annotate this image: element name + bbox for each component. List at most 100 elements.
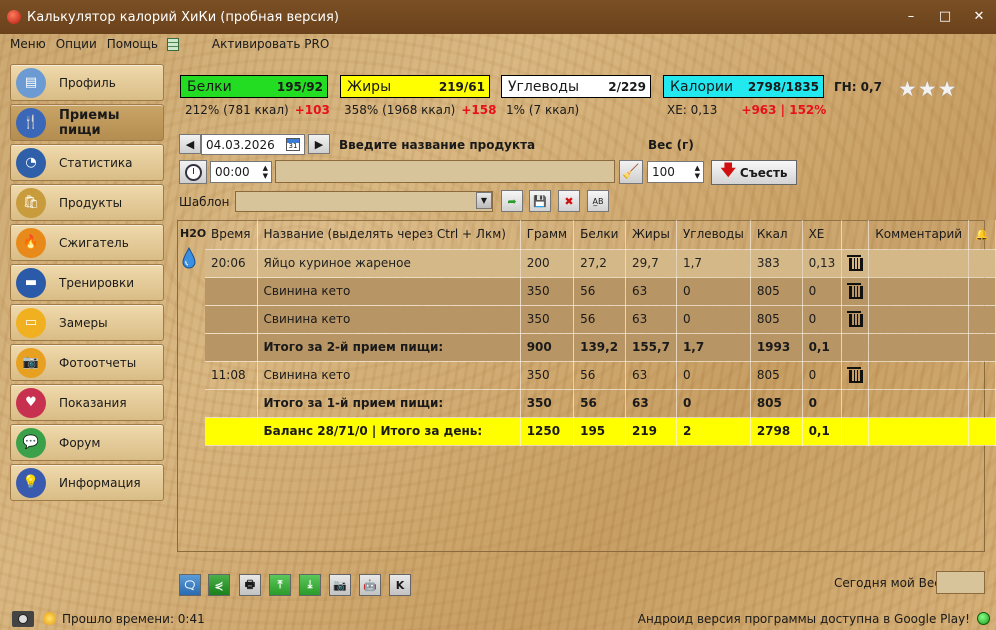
table-row[interactable]: Свинина кето 350 56 63 0 805 0 bbox=[205, 305, 996, 334]
reminder-cell[interactable] bbox=[968, 277, 996, 306]
comment-cell[interactable] bbox=[868, 249, 970, 278]
window-title: Калькулятор калорий ХиКи (пробная версия… bbox=[27, 9, 339, 25]
trash-icon[interactable] bbox=[847, 254, 864, 271]
column-header[interactable]: ХЕ bbox=[802, 220, 843, 250]
photo-button[interactable]: 📷 bbox=[329, 574, 351, 596]
online-status-icon bbox=[977, 612, 990, 625]
comment-cell[interactable] bbox=[868, 305, 970, 334]
time-input[interactable]: 00:00 ▲ ▼ bbox=[210, 161, 272, 183]
rename-template-button[interactable]: A̲B bbox=[587, 190, 609, 212]
column-header[interactable] bbox=[841, 220, 870, 250]
table-cell: 805 bbox=[750, 389, 803, 418]
export-button[interactable]: ⤒ bbox=[269, 574, 291, 596]
prev-date-button[interactable]: ◀ bbox=[179, 134, 201, 154]
h2o-label: H2O bbox=[180, 227, 207, 240]
reminder-cell[interactable] bbox=[968, 305, 996, 334]
trash-icon[interactable] bbox=[847, 366, 864, 383]
time-spinner-icon[interactable]: ▲ ▼ bbox=[263, 164, 268, 180]
sidebar-item-10[interactable]: 💡 Информация bbox=[10, 464, 164, 501]
table-row[interactable]: 11:08 Свинина кето 350 56 63 0 805 0 bbox=[205, 361, 996, 390]
close-button[interactable]: ✕ bbox=[972, 9, 986, 24]
sidebar-item-3[interactable]: 🛍 Продукты bbox=[10, 184, 164, 221]
table-cell: 805 bbox=[750, 361, 803, 390]
android-button[interactable]: 🤖 bbox=[359, 574, 381, 596]
table-cell bbox=[205, 389, 258, 418]
table-row[interactable]: Итого за 1-й прием пищи: 350 56 63 0 805 0 bbox=[205, 389, 996, 418]
protein-summary: 212% (781 ккал) +103 bbox=[185, 103, 330, 117]
clear-product-button[interactable]: 🧹 bbox=[619, 160, 643, 184]
delete-template-button[interactable]: ✖ bbox=[558, 190, 580, 212]
column-header[interactable]: Жиры bbox=[625, 220, 677, 250]
column-header[interactable]: Название (выделять через Ctrl + Лкм) bbox=[257, 220, 521, 250]
sidebar-item-0[interactable]: ▤ Профиль bbox=[10, 64, 164, 101]
table-cell: 219 bbox=[625, 417, 677, 446]
sidebar-item-6[interactable]: ▭ Замеры bbox=[10, 304, 164, 341]
android-icon: 🤖 bbox=[363, 578, 377, 592]
google-play-message[interactable]: Андроид версия программы доступна в Goog… bbox=[638, 612, 970, 626]
table-cell bbox=[205, 333, 258, 362]
table-cell: 56 bbox=[573, 277, 626, 306]
reminder-cell[interactable] bbox=[968, 389, 996, 418]
print-button[interactable]: 🖶 bbox=[239, 574, 261, 596]
sidebar-item-4[interactable]: 🔥 Сжигатель bbox=[10, 224, 164, 261]
sidebar-item-9[interactable]: 💬 Форум bbox=[10, 424, 164, 461]
weight-spinner-icon[interactable]: ▲ ▼ bbox=[695, 164, 700, 180]
pie-chart-icon: ◔ bbox=[16, 147, 46, 178]
trash-icon[interactable] bbox=[847, 282, 864, 299]
column-header[interactable]: Время bbox=[205, 220, 258, 250]
column-header[interactable]: Грамм bbox=[520, 220, 575, 250]
menu-item-menu[interactable]: Меню bbox=[5, 37, 51, 51]
menu-item-help[interactable]: Помощь bbox=[102, 37, 163, 51]
table-row[interactable]: 20:06 Яйцо куриное жареное 200 27,2 29,7 1,7 3… bbox=[205, 249, 996, 278]
printer-icon: 🖶 bbox=[244, 577, 256, 591]
column-header[interactable]: Ккал bbox=[750, 220, 803, 250]
calendar-icon[interactable]: 31 bbox=[286, 138, 300, 151]
weight-input[interactable]: 100 ▲ ▼ bbox=[647, 161, 704, 183]
share-button[interactable]: ⋞ bbox=[208, 574, 230, 596]
water-drop-icon[interactable] bbox=[182, 247, 196, 269]
minimize-button[interactable]: – bbox=[904, 9, 918, 24]
screenshot-camera-icon[interactable] bbox=[12, 610, 34, 627]
k-button[interactable]: K bbox=[389, 574, 411, 596]
comment-cell[interactable] bbox=[868, 389, 970, 418]
sidebar-item-2[interactable]: ◔ Статистика bbox=[10, 144, 164, 181]
activate-pro-link[interactable]: Активировать PRO bbox=[207, 37, 334, 51]
load-template-button[interactable]: ➦ bbox=[501, 190, 523, 212]
comment-cell[interactable] bbox=[868, 417, 970, 446]
table-row[interactable]: Итого за 2-й прием пищи: 900 139,2 155,7 1,7… bbox=[205, 333, 996, 362]
protein-box: Белки 195/92 bbox=[180, 75, 328, 98]
save-template-button[interactable]: 💾 bbox=[529, 190, 551, 212]
reminder-cell[interactable] bbox=[968, 249, 996, 278]
maximize-button[interactable]: □ bbox=[938, 9, 952, 24]
sidebar-item-7[interactable]: 📷 Фотоотчеты bbox=[10, 344, 164, 381]
comment-cell[interactable] bbox=[868, 333, 970, 362]
table-row[interactable]: Свинина кето 350 56 63 0 805 0 bbox=[205, 277, 996, 306]
today-weight-input[interactable] bbox=[936, 571, 985, 594]
column-header[interactable]: Белки bbox=[573, 220, 626, 250]
column-header[interactable]: Комментарий bbox=[868, 220, 970, 250]
import-button[interactable]: ⤓ bbox=[299, 574, 321, 596]
add-comment-button[interactable]: 🗨 bbox=[179, 574, 201, 596]
comment-cell[interactable] bbox=[868, 277, 970, 306]
product-search-input[interactable] bbox=[275, 160, 615, 183]
reminder-cell[interactable] bbox=[968, 333, 996, 362]
comment-cell[interactable] bbox=[868, 361, 970, 390]
column-header[interactable]: Углеводы bbox=[676, 220, 751, 250]
sidebar-item-8[interactable]: ♥ Показания bbox=[10, 384, 164, 421]
trash-icon[interactable] bbox=[847, 310, 864, 327]
reminder-cell[interactable] bbox=[968, 361, 996, 390]
calculator-icon[interactable] bbox=[166, 37, 179, 51]
table-row[interactable]: Баланс 28/71/0 | Итого за день: 1250 195 21… bbox=[205, 417, 996, 446]
date-field[interactable]: 04.03.2026 31 bbox=[201, 134, 305, 155]
today-weight-label: Сегодня мой Вес bbox=[834, 576, 941, 590]
sidebar-item-1[interactable]: 🍴 Приемы пищи bbox=[10, 104, 164, 141]
time-now-button[interactable] bbox=[179, 160, 207, 184]
template-dropdown-icon[interactable]: ▼ bbox=[476, 192, 492, 209]
next-date-button[interactable]: ▶ bbox=[308, 134, 330, 154]
rating-stars-icon[interactable]: ★★★ bbox=[898, 77, 957, 101]
bell-icon[interactable]: 🔔 bbox=[968, 220, 996, 250]
sidebar-item-5[interactable]: ▬ Тренировки bbox=[10, 264, 164, 301]
eat-button[interactable]: 🡇 Съесть bbox=[711, 160, 797, 185]
menu-item-options[interactable]: Опции bbox=[51, 37, 102, 51]
reminder-cell[interactable] bbox=[968, 417, 996, 446]
